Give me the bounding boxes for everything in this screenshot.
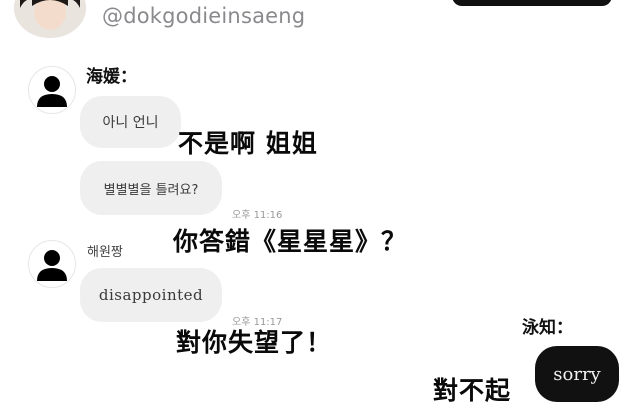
username-handle[interactable]: @dokgodieinsaeng bbox=[102, 4, 305, 28]
translation-subtitle: 你答錯《星星星》？ bbox=[173, 227, 408, 256]
message-timestamp: 오후 11:16 bbox=[232, 210, 283, 221]
profile-avatar[interactable] bbox=[14, 0, 86, 38]
message-bubble[interactable]: disappointed bbox=[80, 268, 222, 322]
sender-name: 해원짱 bbox=[87, 245, 123, 260]
user-silhouette-icon bbox=[37, 76, 67, 107]
translation-subtitle: 對不起 bbox=[433, 376, 512, 405]
sender-name: 泳知： bbox=[522, 318, 573, 338]
message-bubble[interactable]: 별별별을 틀려요? bbox=[80, 161, 222, 215]
translation-subtitle: 不是啊 姐姐 bbox=[178, 129, 318, 158]
translation-subtitle: 對你失望了！ bbox=[176, 328, 333, 357]
avatar-default[interactable] bbox=[28, 66, 76, 114]
avatar-default[interactable] bbox=[28, 240, 76, 288]
sender-name: 海媛： bbox=[86, 67, 137, 87]
user-silhouette-icon bbox=[37, 250, 67, 281]
profile-photo bbox=[14, 0, 86, 38]
message-bubble[interactable]: 아니 언니 bbox=[80, 96, 181, 148]
sent-message-bubble[interactable]: sorry bbox=[535, 346, 619, 402]
follow-button[interactable] bbox=[452, 0, 612, 6]
